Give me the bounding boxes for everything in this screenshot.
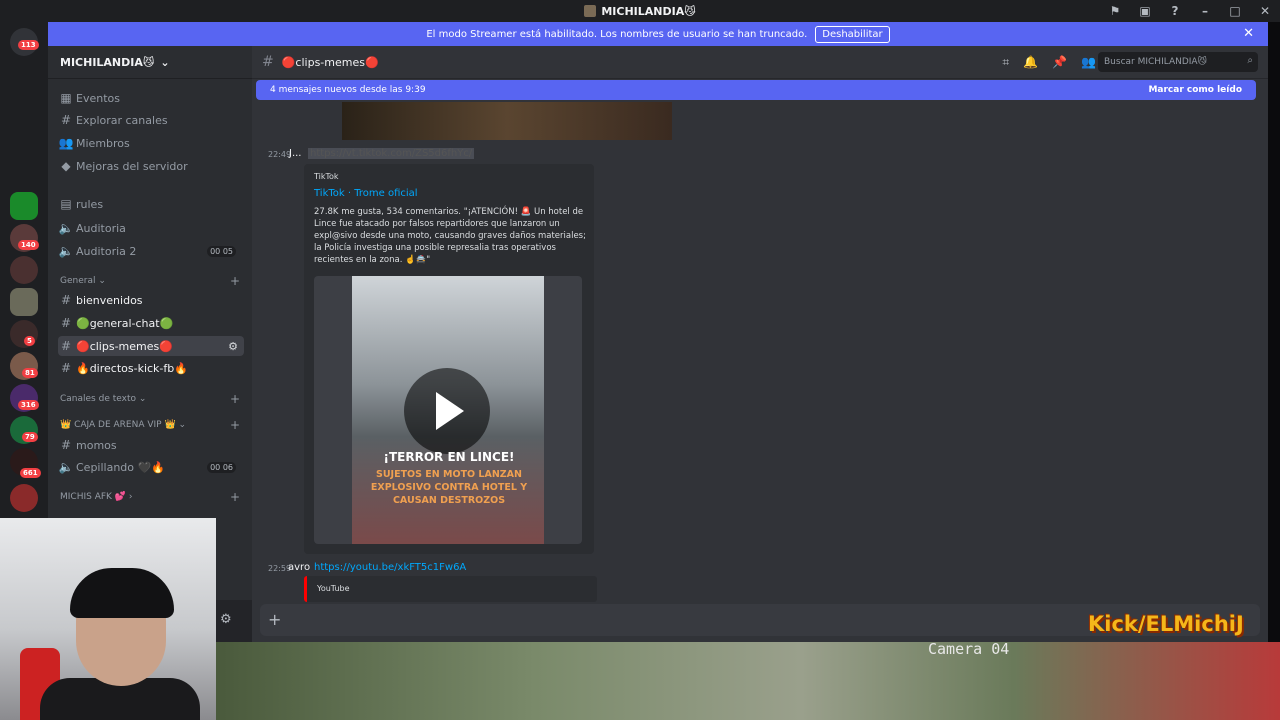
chevron-down-icon: ⌄ <box>98 276 106 286</box>
channel-auditoria[interactable]: 🔈 Auditoria <box>58 218 244 238</box>
hash-icon: # <box>60 339 72 353</box>
embed-provider: YouTube <box>317 584 350 593</box>
server-badge: 81 <box>22 368 38 378</box>
threads-icon[interactable]: ⌗ <box>1002 55 1009 70</box>
previous-media[interactable] <box>342 102 672 140</box>
search-icon: ⌕ <box>1247 55 1253 66</box>
hash-icon: # <box>262 54 274 70</box>
hash-icon: # <box>60 293 72 307</box>
chat-area: # 🔴clips-memes🔴 ⌗ 🔔 📌 👥 Buscar MICHILAND… <box>252 46 1268 642</box>
webcam-overlay <box>0 518 216 720</box>
add-channel-icon[interactable]: + <box>230 490 240 504</box>
inbox-flag-icon[interactable]: ⚑ <box>1100 4 1130 18</box>
hash-icon: # <box>60 316 72 330</box>
chevron-down-icon: ⌄ <box>160 55 170 69</box>
server-badge: 661 <box>20 468 41 478</box>
member-list-icon[interactable]: 👥 <box>1081 55 1096 70</box>
server-icon[interactable] <box>10 484 38 512</box>
channel-clips-memes[interactable]: # 🔴clips-memes🔴 ⚙ <box>58 336 244 356</box>
embed-title-link[interactable]: TikTok · Trome oficial <box>314 188 418 199</box>
server-icon-kick[interactable] <box>10 192 38 220</box>
window-title: MICHILANDIA😼 <box>601 4 696 18</box>
close-window-icon[interactable]: ✕ <box>1250 4 1280 18</box>
speaker-icon: 🔈 <box>58 244 74 258</box>
streamer-hair <box>70 568 174 618</box>
message-link[interactable]: https://vt.tiktok.com/ZS5d6fhYc/ <box>308 148 475 159</box>
category-caja-de-arena-vip[interactable]: 👑 CAJA DE ARENA VIP 👑 ⌄ + <box>60 418 240 432</box>
channel-general-chat[interactable]: # 🟢general-chat🟢 <box>58 313 244 333</box>
tiktok-embed: TikTok TikTok · Trome oficial 27.8K me g… <box>304 164 594 554</box>
search-input[interactable]: Buscar MICHILANDIA😼 ⌕ <box>1098 52 1258 72</box>
help-icon[interactable]: ? <box>1160 4 1190 18</box>
add-channel-icon[interactable]: + <box>230 392 240 406</box>
channel-auditoria-2[interactable]: 🔈 Auditoria 2 00 05 <box>58 241 244 261</box>
maximize-icon[interactable]: □ <box>1220 4 1250 18</box>
inbox-icon[interactable]: ▣ <box>1130 4 1160 18</box>
embed-provider: TikTok <box>314 172 339 181</box>
hash-icon: # <box>60 361 72 375</box>
voice-user-count: 00 05 <box>207 245 236 257</box>
banner-text: El modo Streamer está habilitado. Los no… <box>426 28 808 40</box>
mark-as-read-button[interactable]: Marcar como leído <box>1148 85 1242 95</box>
pin-icon[interactable]: 📌 <box>1052 55 1067 70</box>
channel-settings-icon[interactable]: ⚙ <box>228 340 238 353</box>
server-badge: 5 <box>24 336 35 346</box>
server-icon-michilandia[interactable] <box>10 288 38 316</box>
channel-title: 🔴clips-memes🔴 <box>281 55 379 69</box>
chevron-right-icon: › <box>128 492 133 502</box>
server-icon[interactable] <box>10 256 38 284</box>
chevron-down-icon: ⌄ <box>138 394 147 404</box>
video-headline: ¡TERROR EN LINCE! <box>383 450 515 464</box>
add-attachment-icon[interactable]: + <box>268 610 281 629</box>
speaker-icon: 🔈 <box>58 221 74 235</box>
server-badge: 79 <box>22 432 38 442</box>
message-author[interactable]: avro <box>288 562 310 573</box>
play-button-icon[interactable] <box>404 368 490 454</box>
notification-bell-icon[interactable]: 🔔 <box>1023 55 1038 70</box>
category-canales-de-texto[interactable]: Canales de texto ⌄ + <box>60 392 240 406</box>
stream-chat-overlay <box>0 66 100 196</box>
user-panel: ⚙ <box>216 600 252 642</box>
message-time: 22:49 <box>268 150 292 159</box>
video-thumbnail[interactable]: ¡TERROR EN LINCE! SUJETOS EN MOTO LANZAN… <box>314 276 582 544</box>
disable-streamer-button[interactable]: Deshabilitar <box>815 25 890 43</box>
video-subtitle: SUJETOS EN MOTO LANZAN EXPLOSIVO CONTRA … <box>370 469 528 506</box>
chevron-down-icon: ⌄ <box>178 420 187 430</box>
new-messages-text: 4 mensajes nuevos desde las 9:39 <box>270 85 426 95</box>
rules-icon: ▤ <box>60 197 72 211</box>
embed-description: 27.8K me gusta, 534 comentarios. "¡ATENC… <box>314 207 586 265</box>
close-banner-icon[interactable]: ✕ <box>1243 26 1254 41</box>
streamer-mode-banner: El modo Streamer está habilitado. Los no… <box>48 22 1268 46</box>
hash-icon: # <box>60 438 72 452</box>
kick-channel-logo: Kick/ELMichiJ <box>1088 612 1244 636</box>
app-icon <box>584 5 597 17</box>
category-michis-afk[interactable]: MICHIS AFK 💕 › + <box>60 490 240 504</box>
new-messages-bar[interactable]: 4 mensajes nuevos desde las 9:39 Marcar … <box>256 80 1256 100</box>
server-badge: 316 <box>18 400 39 410</box>
message-link[interactable]: https://youtu.be/xkFT5c1Fw6A <box>314 562 466 573</box>
message-author[interactable]: J... <box>289 148 302 159</box>
channel-bienvenidos[interactable]: # bienvenidos <box>58 290 244 310</box>
channel-momos[interactable]: # momos <box>58 435 244 455</box>
voice-user-count: 00 06 <box>207 461 236 473</box>
user-settings-icon[interactable]: ⚙ <box>220 612 232 627</box>
minimize-icon[interactable]: – <box>1190 4 1220 18</box>
add-channel-icon[interactable]: + <box>230 274 240 288</box>
camera-label: Camera 04 <box>928 640 1010 658</box>
window-controls: ⚑ ▣ ? – □ ✕ <box>1100 0 1280 22</box>
header-toolbar: ⌗ 🔔 📌 👥 <box>1002 55 1096 70</box>
youtube-embed: YouTube <box>304 576 597 602</box>
background-video <box>216 642 1280 720</box>
channel-cepillando[interactable]: 🔈 Cepillando 🖤🔥 00 06 <box>58 457 244 477</box>
channel-rules[interactable]: ▤ rules <box>58 194 244 214</box>
server-badge: 140 <box>18 240 39 250</box>
server-badge: 113 <box>18 40 39 50</box>
category-general[interactable]: General ⌄ + <box>60 274 240 288</box>
channel-directos-kick-fb[interactable]: # 🔥directos-kick-fb🔥 <box>58 358 244 378</box>
speaker-icon: 🔈 <box>58 460 74 474</box>
window-titlebar: MICHILANDIA😼 ⚑ ▣ ? – □ ✕ <box>0 0 1280 22</box>
add-channel-icon[interactable]: + <box>230 418 240 432</box>
